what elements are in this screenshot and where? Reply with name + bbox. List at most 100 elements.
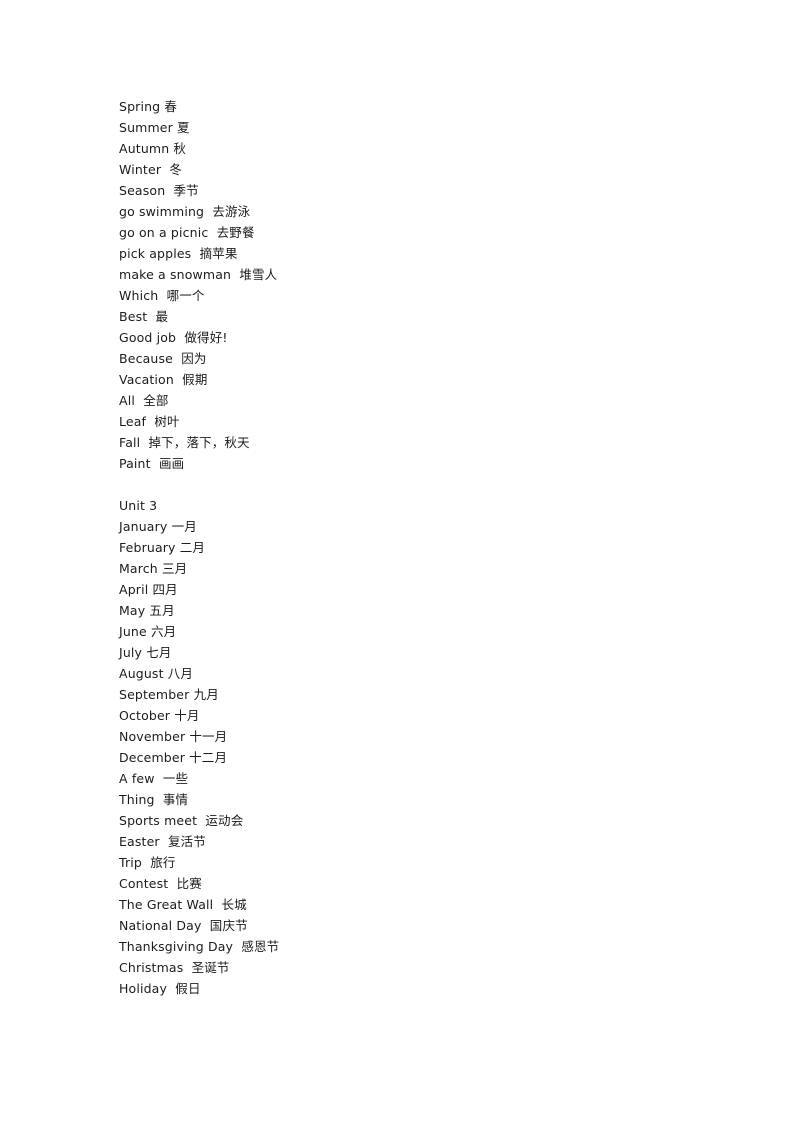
vocabulary-entry: August 八月 (119, 663, 679, 684)
entry-separator (202, 918, 210, 933)
vocabulary-entry: Because 因为 (119, 348, 679, 369)
entry-chinese: 十月 (174, 708, 200, 723)
entry-chinese: 全部 (143, 393, 169, 408)
entry-english: Christmas (119, 960, 184, 975)
entry-chinese: 旅行 (150, 855, 176, 870)
vocabulary-entry: June 六月 (119, 621, 679, 642)
vocabulary-entry: Paint 画画 (119, 453, 679, 474)
entry-chinese: 圣诞节 (191, 960, 230, 975)
entry-separator (142, 855, 150, 870)
entry-chinese: 一月 (171, 519, 197, 534)
vocabulary-entry: Christmas 圣诞节 (119, 957, 679, 978)
entry-chinese: 假日 (175, 981, 201, 996)
entry-english: National Day (119, 918, 202, 933)
entry-separator (191, 246, 199, 261)
entry-english: Vacation (119, 372, 174, 387)
vocabulary-entry: The Great Wall 长城 (119, 894, 679, 915)
entry-separator (155, 792, 163, 807)
entry-english: Spring (119, 99, 161, 114)
entry-english: Paint (119, 456, 151, 471)
entry-chinese: 十二月 (189, 750, 228, 765)
entry-chinese: 感恩节 (241, 939, 280, 954)
entry-english: Winter (119, 162, 162, 177)
vocabulary-entry: November 十一月 (119, 726, 679, 747)
entry-separator (174, 372, 182, 387)
vocabulary-entry: Winter 冬 (119, 159, 679, 180)
vocabulary-entry: Season 季节 (119, 180, 679, 201)
vocabulary-entry: National Day 国庆节 (119, 915, 679, 936)
vocabulary-entry: Autumn 秋 (119, 138, 679, 159)
entry-chinese: 长城 (221, 897, 247, 912)
vocabulary-list: Spring 春 Summer 夏 Autumn 秋 Winter 冬 Season 季… (119, 96, 679, 999)
entry-english: November (119, 729, 186, 744)
entry-chinese: 国庆节 (209, 918, 248, 933)
entry-english: Leaf (119, 414, 147, 429)
vocabulary-entry: Sports meet 运动会 (119, 810, 679, 831)
entry-separator (158, 288, 166, 303)
vocabulary-entry: All 全部 (119, 390, 679, 411)
vocabulary-entry: Spring 春 (119, 96, 679, 117)
entry-chinese: 冬 (169, 162, 183, 177)
entry-english: Which (119, 288, 159, 303)
entry-chinese: 春 (164, 99, 178, 114)
entry-separator (155, 771, 163, 786)
entry-separator (140, 435, 148, 450)
entry-english: All (119, 393, 135, 408)
vocabulary-entry: go swimming 去游泳 (119, 201, 679, 222)
entry-chinese: 运动会 (205, 813, 244, 828)
entry-english: go on a picnic (119, 225, 209, 240)
entry-separator (173, 351, 181, 366)
vocabulary-entry: October 十月 (119, 705, 679, 726)
vocabulary-entry: pick apples 摘苹果 (119, 243, 679, 264)
entry-english: October (119, 708, 171, 723)
vocabulary-entry: go on a picnic 去野餐 (119, 222, 679, 243)
entry-separator (160, 834, 168, 849)
vocabulary-entry: make a snowman 堆雪人 (119, 264, 679, 285)
vocabulary-entry: January 一月 (119, 516, 679, 537)
entry-english: Because (119, 351, 173, 366)
entry-chinese: 八月 (167, 666, 194, 681)
vocabulary-entry: March 三月 (119, 558, 679, 579)
entry-english: Autumn (119, 141, 170, 156)
vocabulary-entry: Fall 掉下，落下，秋天 (119, 432, 679, 453)
entry-english: Good job (119, 330, 177, 345)
entry-separator (151, 456, 159, 471)
entry-english: September (119, 687, 190, 702)
vocabulary-entry: July 七月 (119, 642, 679, 663)
entry-english: April (119, 582, 149, 597)
entry-english: The Great Wall (119, 897, 214, 912)
entry-english: July (119, 645, 143, 660)
vocabulary-entry: Holiday 假日 (119, 978, 679, 999)
entry-english: A few (119, 771, 155, 786)
entry-chinese: 夏 (177, 120, 190, 135)
vocabulary-entry: Good job 做得好! (119, 327, 679, 348)
entry-english: Thing (119, 792, 155, 807)
entry-chinese: 一些 (162, 771, 189, 786)
vocabulary-entry: February 二月 (119, 537, 679, 558)
vocabulary-entry: Best 最 (119, 306, 679, 327)
entry-english: Summer (119, 120, 173, 135)
entry-chinese: 事情 (162, 792, 189, 807)
entry-chinese: 摘苹果 (199, 246, 238, 261)
entry-chinese: 哪一个 (166, 288, 205, 303)
entry-chinese: 四月 (152, 582, 178, 597)
entry-chinese: 九月 (193, 687, 219, 702)
vocabulary-entry: Which 哪一个 (119, 285, 679, 306)
entry-english: Trip (119, 855, 142, 870)
entry-chinese: 最 (155, 309, 169, 324)
entry-english: February (119, 540, 176, 555)
entry-english: Season (119, 183, 166, 198)
entry-chinese: 五月 (149, 603, 175, 618)
entry-english: make a snowman (119, 267, 232, 282)
entry-english: January (119, 519, 168, 534)
entry-english: March (119, 561, 158, 576)
entry-chinese: 二月 (179, 540, 206, 555)
entry-separator (135, 393, 143, 408)
entry-chinese: 复活节 (167, 834, 206, 849)
entry-separator (147, 309, 155, 324)
entry-chinese: 画画 (158, 456, 185, 471)
entry-separator (183, 960, 191, 975)
entry-english: Sports meet (119, 813, 198, 828)
vocabulary-entry: May 五月 (119, 600, 679, 621)
